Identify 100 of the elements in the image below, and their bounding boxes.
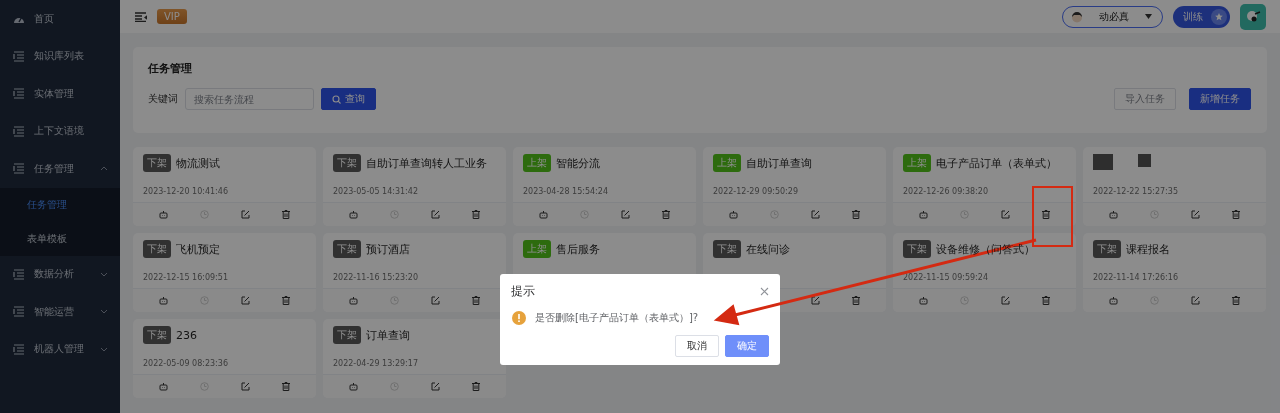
sidebar-item[interactable]: 机器人管理 [0,330,120,368]
delete-icon[interactable] [852,210,860,219]
train-button[interactable]: 训练 [1173,5,1230,28]
task-title: 售后服务 [556,241,600,257]
edit-icon[interactable] [431,210,440,219]
edit-icon[interactable] [241,210,250,219]
task-date: 2022-11-14 17:26:16 [1093,273,1179,282]
task-title: 236 [176,328,197,342]
task-card[interactable]: 下架 飞机预定 2022-12-15 16:09:51 [133,233,316,312]
edit-icon[interactable] [1001,210,1010,219]
robot-icon[interactable] [919,296,928,305]
robot-icon[interactable] [349,210,358,219]
status-tag: 下架 [1093,240,1121,258]
task-card[interactable]: 下架 订单查询 2022-04-29 13:29:17 [323,319,506,398]
status-tag: 下架 [713,240,741,258]
edit-icon[interactable] [241,382,250,391]
sidebar-item[interactable]: 数据分析 [0,255,120,293]
task-date: 2022-12-29 09:50:29 [713,187,799,196]
sidebar-item[interactable]: 知识库列表 [0,37,120,75]
robot-icon[interactable] [1109,210,1118,219]
menu-icon[interactable] [135,11,147,22]
robot-icon[interactable] [159,210,168,219]
robot-icon[interactable] [1109,296,1118,305]
delete-icon[interactable] [1232,210,1240,219]
sidebar-item[interactable]: 智能运营 [0,293,120,331]
task-card[interactable]: 上架 智能分流 2023-04-28 15:54:24 [513,147,696,226]
search-field[interactable]: 搜索任务流程 [185,88,314,110]
edit-icon[interactable] [1191,296,1200,305]
redacted-block [1138,154,1151,167]
edit-icon[interactable] [1191,210,1200,219]
task-title: 电子产品订单（表单式） [936,155,1057,171]
task-title: 课程报名 [1126,241,1170,257]
task-card[interactable]: 下架 自助订单查询转人工业务 2023-05-05 14:31:42 [323,147,506,226]
edit-icon[interactable] [431,296,440,305]
task-title: 物流测试 [176,155,220,171]
status-tag: 下架 [903,240,931,258]
user-menu[interactable]: 动必真 [1062,5,1163,28]
edit-icon[interactable] [811,296,820,305]
delete-icon[interactable] [282,296,290,305]
task-card[interactable]: 下架 物流测试 2023-12-20 10:41:46 [133,147,316,226]
app-logo-icon[interactable] [1240,3,1266,30]
delete-icon[interactable] [662,210,670,219]
task-date: 2022-12-15 16:09:51 [143,273,229,282]
delete-icon[interactable] [1042,296,1050,305]
delete-icon[interactable] [282,210,290,219]
delete-icon[interactable] [472,210,480,219]
cancel-button[interactable]: 取消 [675,335,719,357]
task-card[interactable]: 上架 自助订单查询 2022-12-29 09:50:29 [703,147,886,226]
delete-icon[interactable] [472,382,480,391]
robot-icon[interactable] [349,296,358,305]
chevron-down-icon [100,346,108,352]
submenu-item[interactable]: 表单模板 [0,221,120,256]
list-icon [13,50,25,62]
edit-icon[interactable] [621,210,630,219]
add-task-button[interactable]: 新增任务 [1189,88,1251,110]
delete-icon[interactable] [472,296,480,305]
list-icon [13,268,25,280]
list-icon [13,125,25,137]
close-icon[interactable] [760,287,769,296]
task-title: 自助订单查询转人工业务 [366,155,487,171]
robot-icon[interactable] [539,210,548,219]
delete-icon[interactable] [1042,210,1050,219]
delete-icon[interactable] [852,296,860,305]
task-card[interactable]: 下架 236 2022-05-09 08:23:36 [133,319,316,398]
delete-icon[interactable] [1232,296,1240,305]
status-tag: 下架 [333,240,361,258]
edit-icon[interactable] [1001,296,1010,305]
search-icon [332,94,341,104]
task-card[interactable]: 下架 课程报名 2022-11-14 17:26:16 [1083,233,1266,312]
list-icon [13,343,25,355]
robot-icon[interactable] [159,296,168,305]
edit-icon[interactable] [241,296,250,305]
chevron-down-icon [100,271,108,277]
task-card[interactable]: 下架 预订酒店 2022-11-16 15:23:20 [323,233,506,312]
edit-icon[interactable] [431,382,440,391]
edit-icon[interactable] [811,210,820,219]
sidebar-item[interactable]: 实体管理 [0,75,120,113]
task-date: 2022-05-09 08:23:36 [143,359,229,368]
robot-icon[interactable] [729,210,738,219]
task-date: 2023-04-28 15:54:24 [523,187,609,196]
sidebar-item[interactable]: 首页 [0,0,120,38]
sidebar-item[interactable]: 任务管理 [0,150,120,188]
task-title: 飞机预定 [176,241,220,257]
task-title: 自助订单查询 [746,155,812,171]
robot-icon[interactable] [349,382,358,391]
status-tag: 下架 [143,154,171,172]
delete-icon[interactable] [282,382,290,391]
chevron-down-icon [100,309,108,315]
task-card[interactable]: 2022-12-22 15:27:35 [1083,147,1266,226]
chevron-up-icon [100,166,108,172]
search-button[interactable]: 查询 [321,88,376,110]
vip-badge: VIP [157,9,187,24]
task-title: 订单查询 [366,327,410,343]
caret-icon [1145,14,1152,19]
status-tag: 上架 [523,154,551,172]
task-card[interactable]: 上架 电子产品订单（表单式） 2022-12-26 09:38:20 [893,147,1076,226]
confirm-button[interactable]: 确定 [725,335,769,357]
dialog-message: 是否删除[电子产品订单（表单式）]? [535,311,699,325]
robot-icon[interactable] [919,210,928,219]
robot-icon[interactable] [159,382,168,391]
